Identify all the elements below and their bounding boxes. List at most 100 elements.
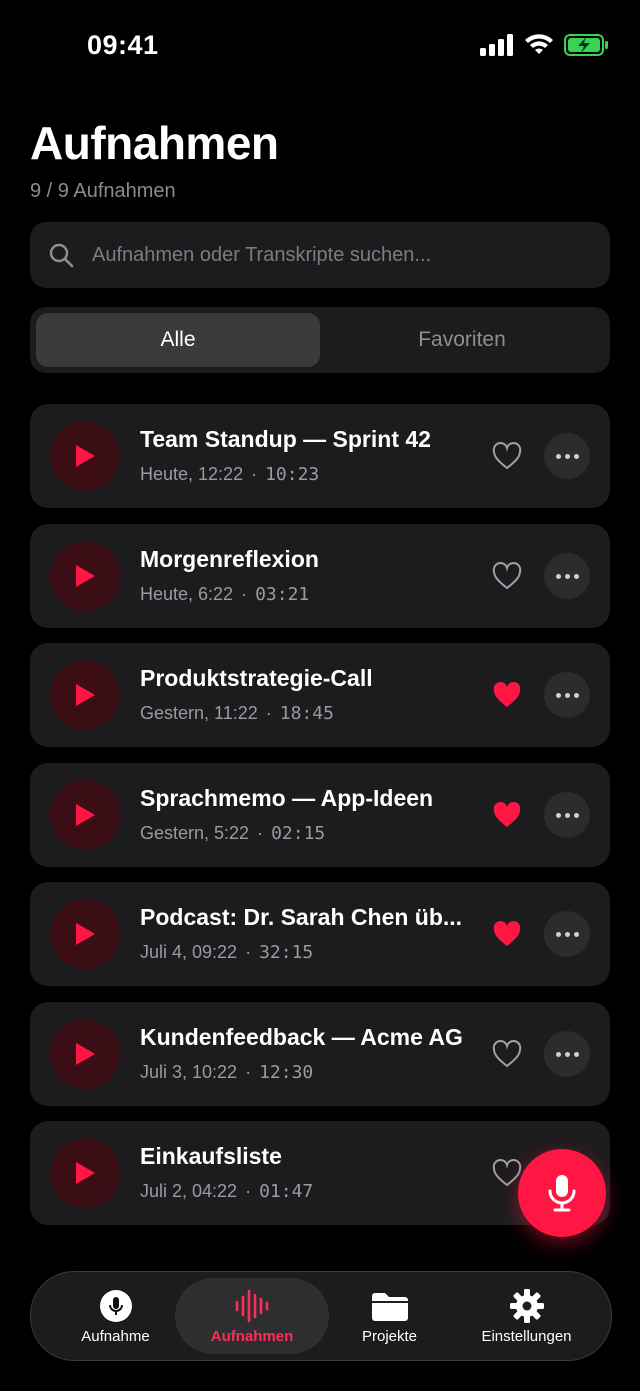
recording-meta: Juli 3, 10:22 · 12:30 [140, 1062, 313, 1083]
recording-row[interactable]: Morgenreflexion Heute, 6:22 · 03:21 [30, 524, 610, 628]
recording-date: Juli 3, 10:22 [140, 1062, 238, 1082]
play-button[interactable] [50, 1019, 120, 1089]
play-icon [76, 565, 95, 587]
tab-label: Einstellungen [481, 1327, 572, 1345]
status-bar: 09:41 [0, 0, 640, 94]
heart-outline-icon[interactable] [492, 1040, 522, 1068]
record-fab-button[interactable] [518, 1149, 606, 1237]
folder-icon [371, 1292, 408, 1321]
play-button[interactable] [50, 421, 120, 491]
recording-duration: 03:21 [255, 584, 310, 605]
play-icon [76, 1043, 95, 1065]
search-icon [49, 243, 74, 268]
heart-filled-icon[interactable] [492, 681, 522, 709]
dot-icon [573, 812, 579, 818]
dot-icon [555, 812, 561, 818]
heart-outline-icon[interactable] [492, 442, 522, 470]
recording-date: Heute, 12:22 [140, 464, 244, 484]
recording-meta: Heute, 12:22 · 10:23 [140, 464, 319, 485]
more-options-button[interactable] [544, 672, 590, 718]
tab-aufnahmen[interactable]: Aufnahmen [175, 1278, 329, 1354]
search-input[interactable] [90, 242, 610, 268]
recording-date: Gestern, 11:22 [140, 703, 258, 723]
page-title: Aufnahmen [30, 117, 279, 169]
dot-icon [564, 1051, 570, 1057]
dot-icon [564, 453, 570, 459]
recording-row[interactable]: Podcast: Dr. Sarah Chen üb... Juli 4, 09:… [30, 882, 610, 986]
status-icons [480, 34, 610, 56]
more-options-button[interactable] [544, 792, 590, 838]
dot-icon [555, 931, 561, 937]
recording-count: 9 / 9 Aufnahmen [30, 180, 176, 202]
recording-row[interactable]: Team Standup — Sprint 42 Heute, 12:22 · 10:… [30, 404, 610, 508]
recording-title: Produktstrategie-Call [140, 665, 373, 691]
search-bar[interactable] [30, 222, 610, 288]
separator-dot: · [251, 464, 258, 484]
dot-icon [573, 453, 579, 459]
more-options-button[interactable] [544, 553, 590, 599]
recording-meta: Gestern, 5:22 · 02:15 [140, 823, 325, 844]
filter-all-tab[interactable]: Alle [36, 313, 320, 367]
recording-duration: 18:45 [279, 703, 334, 724]
dot-icon [573, 931, 579, 937]
separator-dot: · [245, 1181, 252, 1201]
recording-duration: 01:47 [259, 1181, 314, 1202]
dot-icon [564, 692, 570, 698]
more-options-button[interactable] [544, 433, 590, 479]
more-options-button[interactable] [544, 1031, 590, 1077]
recording-date: Heute, 6:22 [140, 584, 234, 604]
heart-outline-icon[interactable] [492, 1159, 522, 1187]
more-options-button[interactable] [544, 911, 590, 957]
tab-einstellungen[interactable]: Einstellungen [454, 1272, 599, 1360]
tab-aufnahme[interactable]: Aufnahme [43, 1272, 188, 1360]
tab-label: Projekte [361, 1327, 418, 1345]
recording-date: Juli 4, 09:22 [140, 942, 238, 962]
tab-projekte[interactable]: Projekte [317, 1272, 462, 1360]
dot-icon [573, 692, 579, 698]
filter-segmented-control: Alle Favoriten [30, 307, 610, 373]
tab-label: Aufnahme [81, 1327, 150, 1345]
wifi-icon [525, 34, 553, 54]
play-button[interactable] [50, 780, 120, 850]
filter-favorites-tab[interactable]: Favoriten [320, 313, 604, 367]
play-icon [76, 1162, 95, 1184]
separator-dot: · [245, 942, 252, 962]
recording-meta: Heute, 6:22 · 03:21 [140, 584, 309, 605]
dot-icon [564, 573, 570, 579]
waveform-icon [235, 1289, 269, 1322]
recording-title: Kundenfeedback — Acme AG [140, 1024, 463, 1050]
play-button[interactable] [50, 541, 120, 611]
heart-filled-icon[interactable] [492, 920, 522, 948]
recording-meta: Juli 2, 04:22 · 01:47 [140, 1181, 313, 1202]
play-icon [76, 445, 95, 467]
recording-title: Team Standup — Sprint 42 [140, 426, 431, 452]
play-button[interactable] [50, 899, 120, 969]
heart-outline-icon[interactable] [492, 562, 522, 590]
recording-row[interactable]: Kundenfeedback — Acme AG Juli 3, 10:22 · 12… [30, 1002, 610, 1106]
separator-dot: · [257, 823, 264, 843]
play-button[interactable] [50, 1138, 120, 1208]
dot-icon [555, 692, 561, 698]
dot-icon [573, 573, 579, 579]
recording-duration: 12:30 [259, 1062, 314, 1083]
play-icon [76, 804, 95, 826]
recording-meta: Gestern, 11:22 · 18:45 [140, 703, 334, 724]
heart-filled-icon[interactable] [492, 801, 522, 829]
separator-dot: · [241, 584, 248, 604]
play-button[interactable] [50, 660, 120, 730]
dot-icon [573, 1051, 579, 1057]
recording-row[interactable]: Sprachmemo — App-Ideen Gestern, 5:22 · 02:1… [30, 763, 610, 867]
dot-icon [564, 931, 570, 937]
separator-dot: · [245, 1062, 252, 1082]
recording-duration: 02:15 [271, 823, 326, 844]
microphone-icon [99, 1289, 132, 1322]
separator-dot: · [265, 703, 272, 723]
recording-duration: 10:23 [265, 464, 320, 485]
recording-duration: 32:15 [259, 942, 314, 963]
dot-icon [555, 453, 561, 459]
recording-row[interactable]: Produktstrategie-Call Gestern, 11:22 · 18:4… [30, 643, 610, 747]
dot-icon [564, 812, 570, 818]
dot-icon [555, 1051, 561, 1057]
battery-charging-icon [564, 34, 608, 56]
recording-meta: Juli 4, 09:22 · 32:15 [140, 942, 313, 963]
